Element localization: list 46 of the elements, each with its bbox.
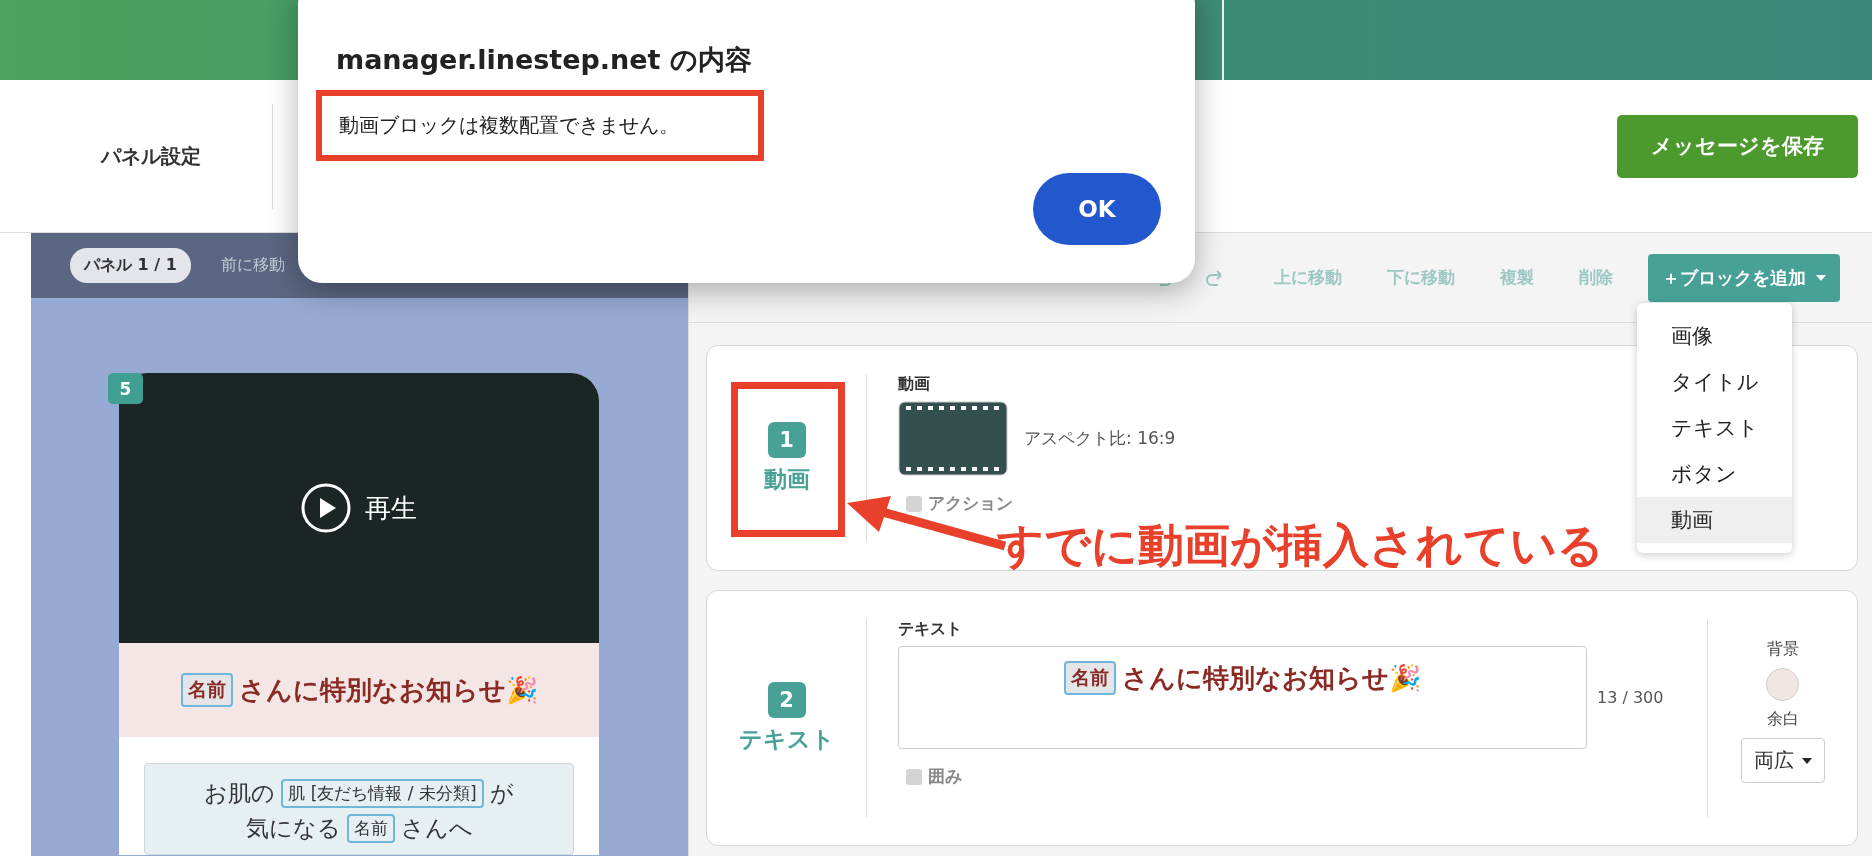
checkbox[interactable] (906, 768, 922, 785)
color-swatch[interactable] (1766, 668, 1799, 701)
menu-item[interactable]: ボタン (1637, 451, 1792, 497)
play-label: 再生 (365, 491, 417, 525)
margin-select[interactable]: 両広 (1740, 738, 1825, 783)
message-text: 気になる (245, 814, 341, 843)
message-text: さんへ (400, 814, 473, 843)
panel-settings-tab[interactable]: パネル設定 (0, 103, 272, 209)
caret-icon (1801, 757, 1812, 764)
name-tag: 名前 (180, 673, 233, 707)
variable-tag: 名前 (346, 814, 395, 843)
block-type: テキスト (738, 724, 835, 754)
checkbox[interactable] (906, 495, 922, 512)
message-text: が (489, 779, 514, 808)
block-type: 動画 (763, 464, 810, 494)
checkbox-label: 囲み (928, 765, 962, 788)
dialog-title: manager.linestep.net の内容 (336, 43, 753, 77)
margin-label: 余白 (1766, 709, 1799, 730)
play-icon (301, 483, 351, 533)
menu-item[interactable]: 画像 (1637, 313, 1792, 359)
dialog-message: 動画ブロックは複数配置できません。 (316, 90, 764, 161)
menu-item[interactable]: タイトル (1637, 359, 1792, 405)
panel-indicator: パネル 1 / 1 (70, 248, 191, 283)
background-label: 背景 (1766, 639, 1799, 660)
menu-item[interactable]: 動画 (1637, 497, 1792, 543)
film-icon (898, 401, 1008, 476)
aspect-ratio: アスペクト比: 16:9 (1024, 427, 1176, 450)
field-label: 動画 (898, 374, 930, 395)
title-text: さんに特別なお知らせ🎉 (1122, 662, 1421, 695)
variable-tag: 肌 [友だち情報 / 未分類] (281, 779, 484, 808)
message-text: お肌の (204, 779, 276, 808)
move-prev-link[interactable]: 前に移動 (220, 255, 285, 276)
block-number: 1 (767, 421, 806, 458)
title-text: さんに特別なお知らせ🎉 (238, 673, 538, 707)
menu-item[interactable]: テキスト (1637, 405, 1792, 451)
block-number: 5 (108, 373, 143, 404)
block-number: 2 (767, 681, 806, 718)
text-field[interactable]: 名前 さんに特別なお知らせ🎉 (898, 646, 1587, 749)
name-tag: 名前 (1064, 661, 1116, 695)
caret-icon (1816, 274, 1826, 281)
annotation-text: すでに動画が挿入されている (997, 517, 1604, 574)
checkbox-label: アクション (928, 492, 1013, 515)
field-label: テキスト (898, 619, 962, 640)
save-button[interactable]: メッセージを保存 (1617, 114, 1858, 178)
character-counter: 13 / 300 (1597, 688, 1664, 707)
ok-button[interactable]: OK (1033, 173, 1161, 245)
